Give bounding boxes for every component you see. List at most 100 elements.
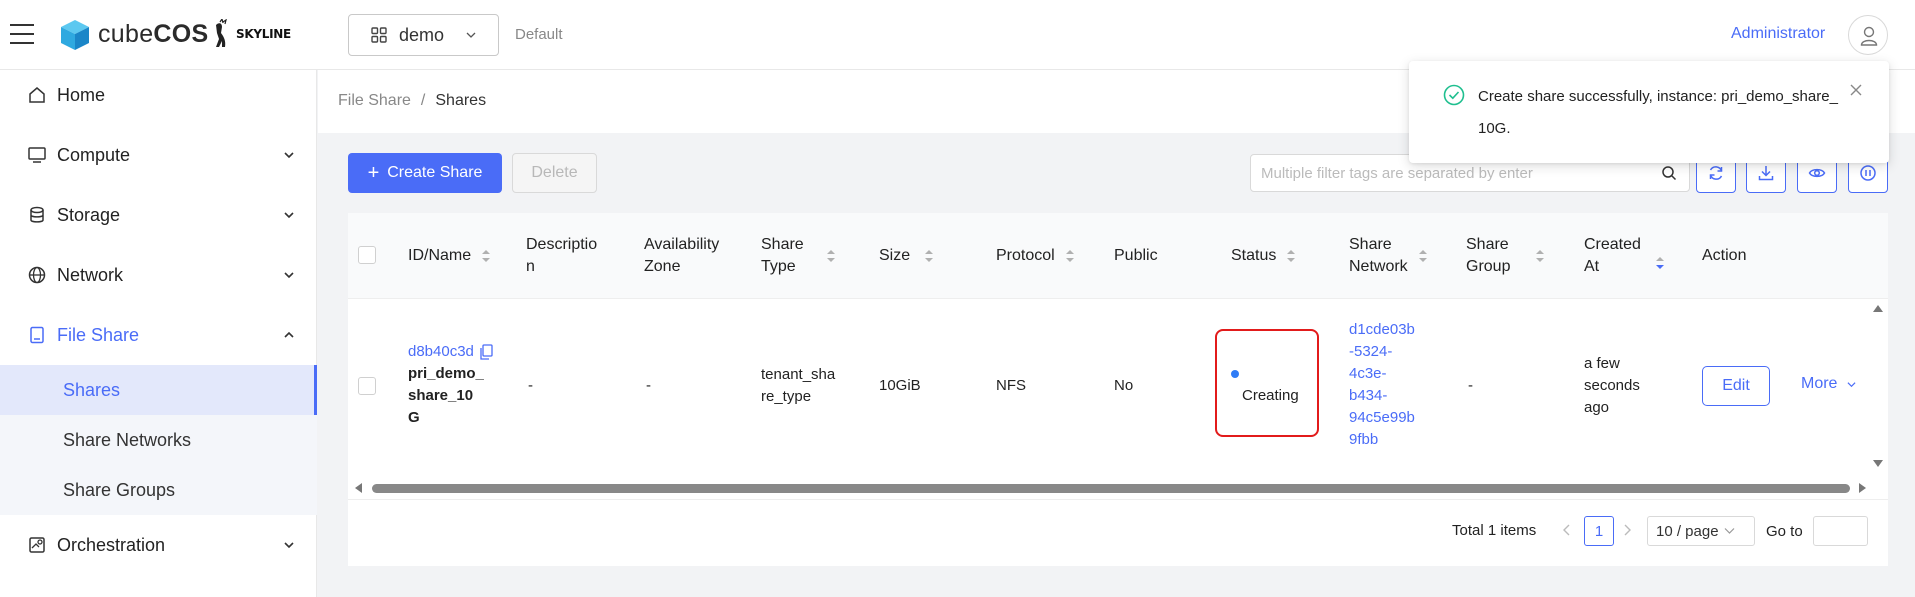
column-header-share-type[interactable]: Share Type	[761, 213, 836, 299]
total-count: Total 1 items	[1452, 522, 1537, 539]
share-id-link[interactable]: d8b40c3d	[408, 341, 474, 363]
column-header-protocol[interactable]: Protocol	[996, 213, 1075, 299]
menu-icon[interactable]	[10, 24, 34, 44]
column-header-availability-zone: Availability Zone	[644, 236, 720, 275]
chevron-down-icon	[284, 212, 294, 219]
sort-icon	[1418, 250, 1427, 262]
cell-share-group: -	[1468, 377, 1473, 394]
sidebar-item-compute[interactable]: Compute	[0, 130, 317, 180]
database-icon	[30, 206, 44, 223]
sidebar-item-network[interactable]: Network	[0, 250, 317, 300]
refresh-icon	[1709, 166, 1723, 180]
cube-logo-icon	[61, 20, 89, 50]
cell-status-highlight: Creating	[1215, 329, 1319, 437]
sidebar-item-orchestration[interactable]: Orchestration	[0, 520, 317, 570]
copy-icon[interactable]	[479, 344, 493, 360]
success-notification: Create share successfully, instance: pri…	[1409, 61, 1889, 163]
column-header-action: Action	[1702, 247, 1747, 264]
chevron-up-icon	[284, 331, 294, 338]
check-circle-icon	[1443, 84, 1465, 106]
divider	[348, 499, 1888, 500]
cell-size: 10GiB	[879, 377, 921, 394]
sort-icon	[482, 250, 491, 262]
logo-text: cubeCOS	[98, 20, 209, 48]
chevron-left-icon[interactable]	[1562, 522, 1572, 538]
column-header-id-name[interactable]: ID/Name	[408, 213, 491, 299]
goto-page-input[interactable]	[1813, 516, 1868, 546]
partner-brand: SKYLINE	[236, 27, 291, 41]
scroll-down-arrow-icon[interactable]	[1872, 459, 1884, 469]
close-icon[interactable]	[1849, 83, 1863, 97]
cell-public: No	[1114, 377, 1134, 394]
sort-descending-icon	[1655, 257, 1664, 269]
delete-button[interactable]: Delete	[512, 153, 597, 193]
breadcrumb-current: Shares	[435, 92, 487, 109]
apps-icon	[371, 27, 387, 43]
cell-share-type: tenant_sha re_type	[761, 366, 836, 405]
cell-share-network[interactable]: d1cde03b -5324- 4c3e- b434- 94c5e99b 9fb…	[1349, 319, 1415, 451]
search-icon[interactable]	[1661, 165, 1677, 181]
column-header-public: Public	[1114, 247, 1158, 264]
top-header: cubeCOS SKYLINE demo Default Administrat…	[0, 0, 1915, 70]
table-header: ID/Name Descriptio n Availability Zone Sha…	[348, 213, 1888, 299]
sidebar-item-home[interactable]: Home	[0, 70, 317, 120]
edit-button[interactable]: Edit	[1702, 366, 1770, 406]
breadcrumb: File Share / Shares	[338, 92, 486, 110]
user-icon	[1860, 26, 1878, 46]
page-number-button[interactable]: 1	[1584, 516, 1614, 546]
create-share-button[interactable]: + Create Share	[348, 153, 502, 193]
scrollbar-thumb[interactable]	[372, 484, 1850, 493]
avatar[interactable]	[1848, 15, 1888, 55]
file-share-submenu: Shares Share Networks Share Groups	[0, 365, 317, 515]
sidebar-item-storage[interactable]: Storage	[0, 190, 317, 240]
cell-availability-zone: -	[646, 377, 651, 394]
column-header-description: Descriptio n	[526, 236, 598, 275]
scroll-up-arrow-icon[interactable]	[1872, 303, 1884, 313]
scroll-left-arrow-icon[interactable]	[353, 482, 363, 494]
chevron-down-icon	[1847, 381, 1856, 387]
sidebar-item-shares[interactable]: Shares	[0, 365, 317, 415]
home-icon	[29, 87, 45, 103]
column-header-share-group[interactable]: Share Group	[1466, 213, 1545, 299]
breadcrumb-file-share[interactable]: File Share	[338, 92, 411, 109]
breadcrumb-separator: /	[420, 92, 426, 109]
status-badge: Creating	[1242, 387, 1299, 404]
column-header-status[interactable]: Status	[1231, 213, 1296, 299]
monitor-icon	[28, 147, 46, 163]
eye-icon	[1808, 168, 1826, 178]
user-name-link[interactable]: Administrator	[1731, 25, 1825, 43]
chevron-right-icon[interactable]	[1622, 522, 1632, 538]
notification-message: Create share successfully, instance: pri…	[1478, 88, 1838, 137]
plus-icon: +	[367, 162, 380, 184]
sort-icon	[1287, 250, 1296, 262]
project-name: demo	[399, 24, 445, 45]
file-share-icon	[30, 326, 44, 344]
status-dot-icon	[1231, 370, 1239, 378]
sidebar-item-share-networks[interactable]: Share Networks	[0, 415, 317, 465]
project-select[interactable]: demo	[348, 14, 499, 56]
page-size-select[interactable]: 10 / page	[1647, 516, 1755, 546]
sidebar-item-share-groups[interactable]: Share Groups	[0, 465, 317, 515]
more-dropdown[interactable]: More	[1801, 375, 1856, 393]
chevron-down-icon	[284, 152, 294, 159]
column-header-share-network[interactable]: Share Network	[1349, 213, 1428, 299]
pause-icon	[1860, 165, 1876, 181]
chevron-down-icon	[284, 542, 294, 549]
sort-icon	[925, 250, 934, 262]
download-icon	[1758, 166, 1774, 181]
globe-icon	[28, 266, 46, 284]
sidebar-item-file-share[interactable]: File Share	[0, 310, 317, 360]
shares-table: ID/Name Descriptio n Availability Zone Sha…	[348, 213, 1888, 566]
column-header-size[interactable]: Size	[879, 213, 934, 299]
sort-icon	[1536, 250, 1545, 262]
goto-label: Go to	[1766, 523, 1803, 540]
select-all-checkbox[interactable]	[358, 246, 376, 264]
row-checkbox[interactable]	[358, 377, 376, 395]
cell-id-name: d8b40c3d pri_demo_ share_10 G	[408, 341, 493, 429]
column-header-created-at[interactable]: Created At	[1584, 213, 1665, 299]
sidebar: Home Compute Storage Network File Share …	[0, 70, 317, 597]
chevron-down-icon	[466, 32, 476, 38]
scroll-right-arrow-icon[interactable]	[1858, 482, 1868, 494]
horizontal-scrollbar[interactable]	[348, 475, 1888, 499]
chevron-down-icon	[284, 272, 294, 279]
